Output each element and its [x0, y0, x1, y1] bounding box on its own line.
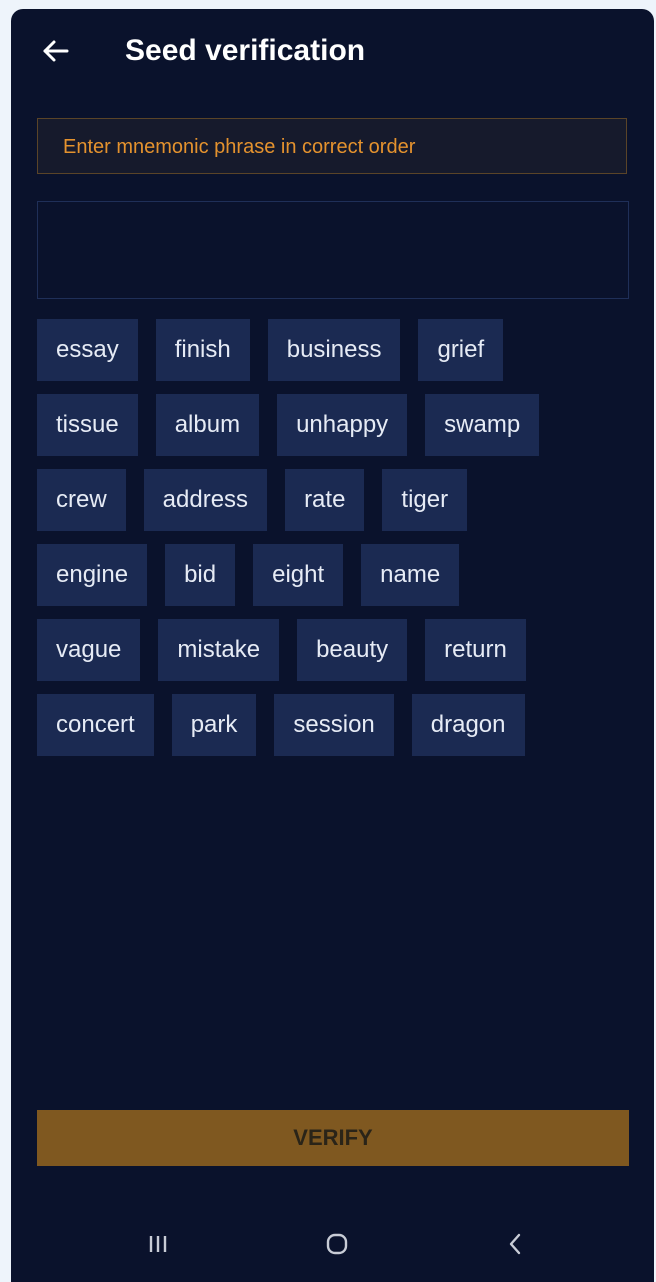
word-chip[interactable]: tiger — [382, 469, 468, 531]
word-chip-grid: essay finish business grief tissue album unhap… — [37, 319, 629, 769]
recent-apps-icon — [139, 1227, 179, 1261]
word-chip[interactable]: swamp — [425, 394, 540, 456]
page-title: Seed verification — [125, 34, 366, 67]
word-chip[interactable]: tissue — [37, 394, 138, 456]
word-chip[interactable]: unhappy — [277, 394, 408, 456]
back-button[interactable] — [35, 31, 79, 75]
word-chip[interactable]: return — [425, 619, 526, 681]
system-navigation-bar — [11, 1209, 654, 1282]
word-chip[interactable]: album — [155, 394, 260, 456]
word-row: tissue album unhappy swamp — [37, 394, 629, 456]
word-chip[interactable]: crew — [37, 469, 126, 531]
instruction-text: Enter mnemonic phrase in correct order — [63, 136, 416, 158]
verify-button[interactable]: VERIFY — [37, 1110, 629, 1166]
word-chip[interactable]: beauty — [297, 619, 408, 681]
home-button[interactable] — [317, 1227, 357, 1261]
word-row: concert park session dragon — [37, 694, 629, 756]
word-chip[interactable]: name — [361, 544, 460, 606]
word-chip[interactable]: engine — [37, 544, 148, 606]
word-chip[interactable]: business — [267, 319, 401, 381]
arrow-left-icon — [35, 31, 79, 75]
word-chip[interactable]: eight — [253, 544, 344, 606]
word-chip[interactable]: grief — [418, 319, 504, 381]
instruction-banner: Enter mnemonic phrase in correct order — [37, 118, 627, 174]
word-chip[interactable]: bid — [165, 544, 236, 606]
word-chip[interactable]: session — [274, 694, 394, 756]
selected-words-area[interactable] — [37, 201, 629, 299]
word-chip[interactable]: vague — [37, 619, 141, 681]
back-icon — [495, 1227, 535, 1261]
word-chip[interactable]: concert — [37, 694, 154, 756]
word-chip[interactable]: address — [143, 469, 268, 531]
word-chip[interactable]: essay — [37, 319, 138, 381]
word-chip[interactable]: rate — [285, 469, 365, 531]
word-row: crew address rate tiger — [37, 469, 629, 531]
top-app-bar: Seed verification — [11, 9, 654, 97]
system-back-button[interactable] — [495, 1227, 535, 1261]
home-icon — [317, 1227, 357, 1261]
word-chip[interactable]: dragon — [411, 694, 525, 756]
word-chip[interactable]: mistake — [158, 619, 280, 681]
word-row: vague mistake beauty return — [37, 619, 629, 681]
word-chip[interactable]: park — [171, 694, 257, 756]
word-row: essay finish business grief — [37, 319, 629, 381]
word-chip[interactable]: finish — [155, 319, 250, 381]
phone-screen: Seed verification Enter mnemonic phrase … — [11, 9, 654, 1282]
recent-apps-button[interactable] — [139, 1227, 179, 1261]
word-row: engine bid eight name — [37, 544, 629, 606]
